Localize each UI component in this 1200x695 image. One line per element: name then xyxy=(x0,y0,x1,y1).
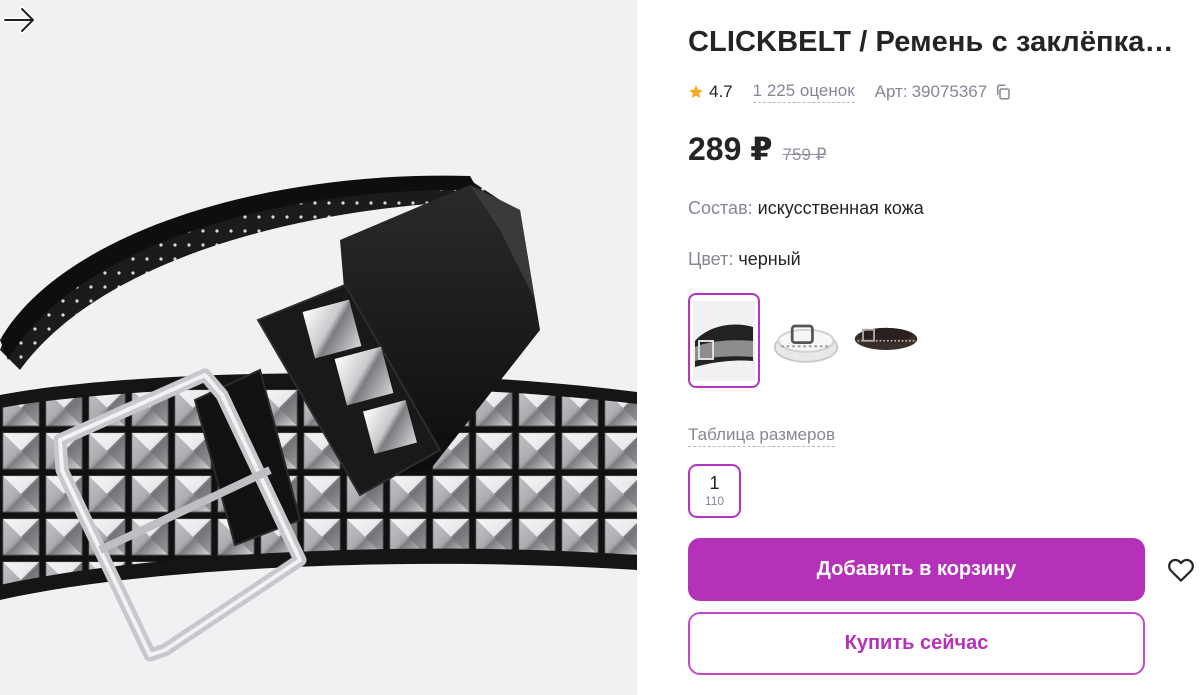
color-value: черный xyxy=(738,249,801,269)
swatch-image-brown xyxy=(854,327,918,350)
buy-now-button[interactable]: Купить сейчас xyxy=(688,612,1145,675)
price-old: 759 ₽ xyxy=(782,145,827,164)
composition-row: Состав: искусственная кожа xyxy=(688,198,924,219)
star-icon xyxy=(689,85,703,98)
size-table-link[interactable]: Таблица размеров xyxy=(688,425,835,447)
color-swatch-brown[interactable] xyxy=(852,293,920,383)
copy-icon[interactable] xyxy=(994,83,1012,101)
size-option-label: 1 xyxy=(709,473,720,493)
color-swatch-black[interactable] xyxy=(688,293,760,388)
size-option[interactable]: 1 110 xyxy=(688,464,741,518)
color-row: Цвет: черный xyxy=(688,249,801,270)
swatch-image-white xyxy=(773,324,839,363)
color-label: Цвет: xyxy=(688,249,734,269)
price-row: 289 ₽ 759 ₽ xyxy=(688,130,826,168)
product-title: CLICKBELT / Ремень с заклёпкам... xyxy=(688,26,1188,58)
belt-product-image xyxy=(0,175,637,662)
size-option-sub: 110 xyxy=(704,494,725,508)
composition-label: Состав: xyxy=(688,198,753,218)
heart-icon[interactable] xyxy=(1166,555,1196,585)
reviews-link[interactable]: 1 225 оценок xyxy=(752,81,855,103)
color-swatches xyxy=(688,293,932,388)
rating-value: 4.7 xyxy=(709,82,733,101)
add-to-cart-button[interactable]: Добавить в корзину xyxy=(688,538,1145,601)
swatch-image-black xyxy=(693,300,755,381)
product-page: CLICKBELT / Ремень с заклёпкам... 4.7 1 … xyxy=(0,0,1200,695)
article-label: Арт: xyxy=(874,82,908,101)
composition-value: искусственная кожа xyxy=(757,198,924,218)
color-swatch-white[interactable] xyxy=(772,293,840,383)
arrow-right-icon[interactable] xyxy=(0,0,40,40)
rating-row: 4.7 1 225 оценок Арт: 39075367 xyxy=(688,80,1012,104)
price-current: 289 ₽ xyxy=(688,131,773,167)
article-value: 39075367 xyxy=(911,82,988,101)
product-image-gallery xyxy=(0,0,637,695)
